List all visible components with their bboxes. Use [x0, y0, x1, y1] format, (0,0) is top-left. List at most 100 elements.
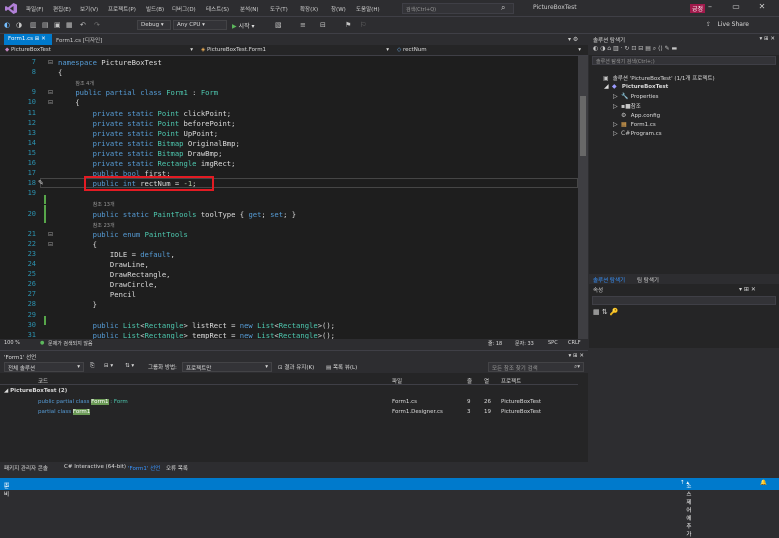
expanded-arrow-icon[interactable]: ◢: [604, 83, 612, 90]
code-line[interactable]: public enum PaintTools: [58, 230, 188, 239]
pin-icon[interactable]: ⊞: [35, 36, 40, 42]
tab-find-symbol-results[interactable]: 'Form1' 선언: [128, 464, 160, 472]
tab-form1-designer[interactable]: Form1.cs [디자인]: [52, 34, 118, 45]
close-icon[interactable]: ✕: [41, 36, 46, 42]
tree-item[interactable]: ▷ ▪■ 참조: [613, 102, 641, 110]
result-row-code[interactable]: partial class Form1: [38, 408, 91, 415]
menu-project[interactable]: 프로젝트(P): [108, 5, 136, 13]
solution-search-input[interactable]: 솔루션 탐색기 검색(Ctrl+;): [592, 56, 776, 65]
pencil-icon[interactable]: ✎: [38, 179, 44, 187]
find-panel-controls-icon[interactable]: ▾ ⊞ ✕: [569, 353, 584, 359]
bookmark-prev-icon[interactable]: ⚐: [360, 21, 366, 29]
minimize-button[interactable]: –: [697, 2, 723, 11]
code-line[interactable]: private static Bitmap OriginalBmp;: [58, 139, 240, 148]
code-line[interactable]: private static Rectangle imgRect;: [58, 159, 236, 168]
reference-count-lens[interactable]: 참조 4개: [75, 80, 94, 87]
attach-icon[interactable]: ▧: [275, 21, 282, 29]
fold-toggle-icon[interactable]: ⊟: [48, 241, 53, 248]
result-row-code[interactable]: public partial class Form1 : Form: [38, 399, 128, 405]
reference-count-lens[interactable]: 참조 13개: [93, 201, 115, 208]
tree-item[interactable]: ◢ ◆ PictureBoxTest: [604, 83, 668, 90]
code-line[interactable]: public static PaintTools toolType { get;…: [58, 210, 296, 219]
code-line[interactable]: {: [58, 98, 79, 107]
save-all-icon[interactable]: ▦: [66, 21, 73, 29]
code-line[interactable]: private static Point beforePoint;: [58, 119, 236, 128]
vertical-scrollbar[interactable]: [578, 56, 588, 339]
group-by-combo[interactable]: 프로젝트만 ▾: [182, 362, 272, 372]
collapsed-arrow-icon[interactable]: ▷: [613, 93, 621, 100]
filter-icon[interactable]: ⇅ ▾: [125, 363, 134, 369]
tree-item[interactable]: ▷ 🔧 Properties: [613, 93, 659, 100]
menu-analyze[interactable]: 분석(N): [240, 5, 259, 13]
tree-item[interactable]: ⚙ App.config: [613, 112, 660, 119]
column-col[interactable]: 열: [484, 377, 489, 385]
fold-toggle-icon[interactable]: ⊟: [48, 231, 53, 238]
config-combo[interactable]: Debug ▾: [137, 20, 171, 30]
forward-icon[interactable]: ◑: [16, 21, 22, 29]
column-code[interactable]: 코드: [38, 377, 48, 385]
code-line[interactable]: DrawCircle,: [58, 280, 158, 289]
code-line[interactable]: DrawLine,: [58, 260, 149, 269]
zoom-level[interactable]: 100 %: [4, 340, 20, 346]
fold-toggle-icon[interactable]: ⊟: [48, 99, 53, 106]
menu-file[interactable]: 파일(F): [26, 5, 44, 13]
notifications-icon[interactable]: 🔔: [760, 480, 767, 486]
copy-icon[interactable]: ⎘: [90, 363, 94, 370]
spacing-indicator[interactable]: SPC: [548, 340, 558, 346]
tab-csharp-interactive[interactable]: C# Interactive (64-bit): [64, 464, 126, 470]
platform-combo[interactable]: Any CPU ▾: [173, 20, 227, 30]
tree-item[interactable]: ▷ C# Program.cs: [613, 130, 662, 137]
scope-combo[interactable]: 전체 솔루션 ▾: [4, 362, 84, 372]
open-icon[interactable]: ▤: [42, 21, 49, 29]
keep-results-button[interactable]: ⊡ 결과 유지(K): [278, 363, 314, 371]
new-project-icon[interactable]: ▥: [30, 21, 37, 29]
code-line[interactable]: {: [58, 68, 62, 77]
expand-collapse-icon[interactable]: ⊟ ▾: [104, 363, 113, 369]
properties-controls-icon[interactable]: ▾ ⊞ ✕: [739, 286, 756, 293]
code-line[interactable]: }: [58, 300, 97, 309]
class-nav-combo[interactable]: ◈ PictureBoxTest.Form1 ▾: [198, 46, 392, 55]
tab-solution-explorer[interactable]: 솔루션 탐색기: [593, 276, 625, 284]
save-icon[interactable]: ▣: [54, 21, 61, 29]
result-group-header[interactable]: ◢ PictureBoxTest (2): [4, 388, 67, 394]
menu-view[interactable]: 보기(V): [80, 5, 98, 13]
start-button[interactable]: ▶ 시작 ▾: [232, 21, 255, 30]
scroll-thumb[interactable]: [580, 96, 586, 156]
tab-error-list[interactable]: 오류 목록: [166, 464, 188, 472]
menu-build[interactable]: 빌드(B): [146, 5, 164, 13]
tab-package-manager-console[interactable]: 패키지 관리자 콘솔: [4, 464, 48, 472]
issues-status[interactable]: 문제가 검색되지 않음: [48, 340, 93, 347]
code-line[interactable]: public partial class Form1 : Form: [58, 88, 218, 97]
object-selector[interactable]: [592, 296, 776, 305]
code-line[interactable]: private static Point clickPoint;: [58, 109, 232, 118]
code-line[interactable]: namespace PictureBoxTest: [58, 58, 162, 67]
maximize-button[interactable]: ▭: [723, 2, 749, 11]
menu-debug[interactable]: 디버그(D): [172, 5, 196, 13]
back-icon[interactable]: ◐: [4, 21, 10, 29]
reference-count-lens[interactable]: 참조 23개: [93, 222, 115, 229]
fold-toggle-icon[interactable]: ⊟: [48, 89, 53, 96]
redo-icon[interactable]: ↷: [94, 21, 100, 29]
tab-form1-cs[interactable]: Form1.cs ⊞ ✕: [4, 34, 52, 45]
undo-icon[interactable]: ↶: [80, 21, 86, 29]
code-line[interactable]: private static Point UpPoint;: [58, 129, 219, 138]
code-line[interactable]: IDLE = default,: [58, 250, 175, 259]
code-text-area[interactable]: 7 namespace PictureBoxTest ⊟ 8 {참조 4개 9 publi…: [0, 56, 578, 339]
collapsed-arrow-icon[interactable]: ▷: [613, 130, 621, 137]
live-share-button[interactable]: Live Share: [718, 21, 749, 28]
add-to-source-control-button[interactable]: ↑ 소스 제어에 추가 ▴: [680, 480, 691, 538]
code-line[interactable]: Pencil: [58, 290, 136, 299]
code-line[interactable]: public List<Rectangle> listRect = new Li…: [58, 321, 335, 330]
panel-controls-icon[interactable]: ▾ ⊞ ✕: [760, 36, 775, 42]
code-line[interactable]: private static Bitmap DrawBmp;: [58, 149, 223, 158]
menu-window[interactable]: 창(W): [331, 5, 346, 13]
menu-test[interactable]: 테스트(S): [206, 5, 229, 13]
properties-toolbar-icon[interactable]: ▦ ⇅ 🔑: [593, 308, 619, 316]
tab-overflow-icon[interactable]: ▾ ⚙: [568, 36, 578, 43]
line-ending-indicator[interactable]: CRLF: [568, 340, 581, 346]
member-nav-combo[interactable]: ◇ rectNum ▾: [394, 46, 584, 55]
column-file[interactable]: 파일: [392, 377, 402, 385]
fold-toggle-icon[interactable]: ⊟: [48, 59, 53, 66]
code-line[interactable]: DrawRectangle,: [58, 270, 171, 279]
column-project[interactable]: 프로젝트: [501, 377, 521, 385]
